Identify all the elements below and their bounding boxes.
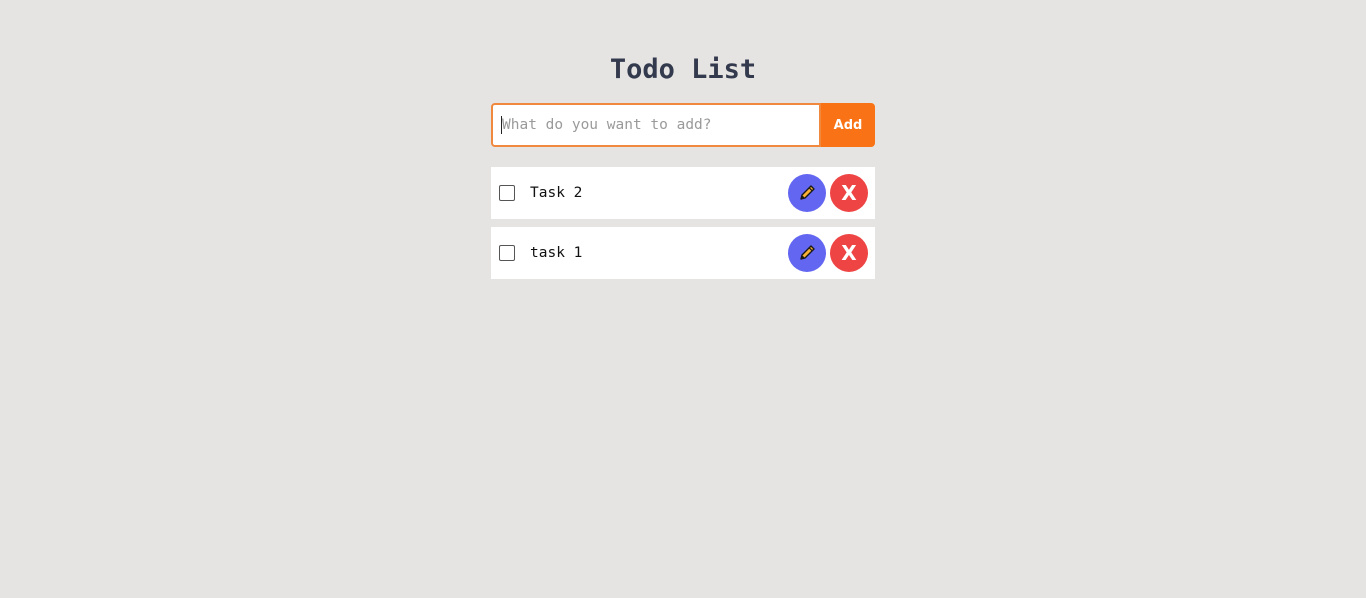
todo-item: task 1 X — [491, 227, 875, 279]
add-button[interactable]: Add — [821, 103, 875, 147]
todo-text: Task 2 — [530, 185, 583, 201]
edit-button[interactable] — [788, 234, 826, 272]
add-todo-form: Add — [491, 103, 875, 147]
page-title: Todo List — [609, 54, 757, 85]
todo-checkbox[interactable] — [499, 185, 515, 201]
todo-item: Task 2 X — [491, 167, 875, 219]
todo-text: task 1 — [530, 245, 583, 261]
todo-list: Task 2 X task 1 X — [491, 167, 875, 287]
pencil-icon — [800, 185, 815, 200]
edit-button[interactable] — [788, 174, 826, 212]
todo-input[interactable] — [491, 103, 821, 147]
todo-checkbox[interactable] — [499, 245, 515, 261]
delete-button[interactable]: X — [830, 174, 868, 212]
delete-button[interactable]: X — [830, 234, 868, 272]
pencil-icon — [800, 245, 815, 260]
text-caret — [501, 116, 502, 134]
